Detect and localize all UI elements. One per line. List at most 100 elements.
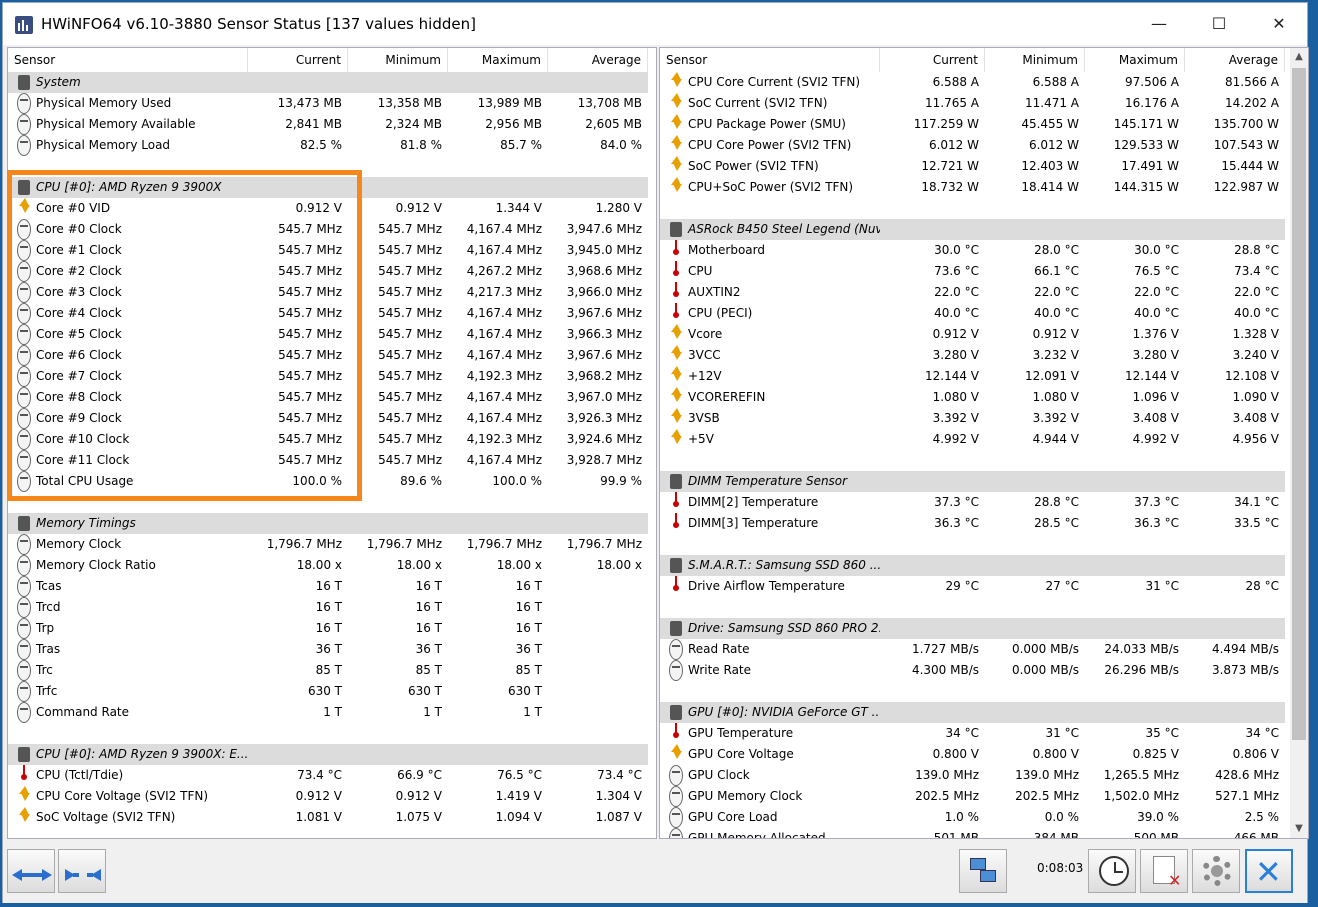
sensor-row[interactable]: Core #0 VID 0.912 V 0.912 V 1.344 V 1.280 V (8, 198, 656, 219)
sensor-row[interactable]: 3VCC 3.280 V 3.232 V 3.280 V 3.240 V (660, 345, 1308, 366)
chip-icon (18, 180, 30, 195)
sensor-row[interactable]: SoC Power (SVI2 TFN) 12.721 W 12.403 W 17.4… (660, 156, 1308, 177)
sensor-row[interactable]: Core #0 Clock 545.7 MHz 545.7 MHz 4,167.4 M… (8, 219, 656, 240)
right-sensor-pane[interactable]: Sensor Current Minimum Maximum Average C… (659, 47, 1309, 839)
sensor-row[interactable]: Tcas 16 T 16 T 16 T (8, 576, 656, 597)
sensor-group-header[interactable]: S.M.A.R.T.: Samsung SSD 860 ... (660, 555, 1308, 576)
col-maximum[interactable]: Maximum (1085, 48, 1185, 72)
sensor-group-header[interactable]: ASRock B450 Steel Legend (Nuv... (660, 219, 1308, 240)
sensor-row[interactable]: Physical Memory Load 82.5 % 81.8 % 85.7 % 84… (8, 135, 656, 156)
col-minimum[interactable]: Minimum (985, 48, 1085, 72)
sensor-row[interactable]: Physical Memory Available 2,841 MB 2,324 M… (8, 114, 656, 135)
sensor-row[interactable]: GPU Core Voltage 0.800 V 0.800 V 0.825 V 0.8… (660, 744, 1308, 765)
sensor-row[interactable]: Vcore 0.912 V 0.912 V 1.376 V 1.328 V (660, 324, 1308, 345)
sensor-row[interactable]: SoC Voltage (SVI2 TFN) 1.081 V 1.075 V 1.09… (8, 807, 656, 828)
sensor-row[interactable]: Core #4 Clock 545.7 MHz 545.7 MHz 4,167.4 M… (8, 303, 656, 324)
sensor-row[interactable]: Memory Clock 1,796.7 MHz 1,796.7 MHz 1,796.… (8, 534, 656, 555)
maximize-icon[interactable]: ☐ (1189, 3, 1249, 45)
scroll-thumb[interactable] (1292, 68, 1306, 740)
sensor-row[interactable]: Core #1 Clock 545.7 MHz 545.7 MHz 4,167.4 M… (8, 240, 656, 261)
value-minimum: 18.00 x (396, 558, 442, 572)
sensor-group-header[interactable]: System (8, 72, 656, 93)
sensor-row[interactable]: Write Rate 4.300 MB/s 0.000 MB/s 26.296 MB/… (660, 660, 1308, 681)
col-sensor[interactable]: Sensor (8, 48, 248, 72)
sensor-group-header[interactable]: CPU [#0]: AMD Ryzen 9 3900X: E... (8, 744, 656, 765)
sensor-row[interactable]: Physical Memory Used 13,473 MB 13,358 MB 13… (8, 93, 656, 114)
sensor-row[interactable]: Drive Airflow Temperature 29 °C 27 °C 31 °C… (660, 576, 1308, 597)
value-maximum: 1,265.5 MHz (1103, 768, 1179, 782)
sensor-row[interactable]: CPU 73.6 °C 66.1 °C 76.5 °C 73.4 °C (660, 261, 1308, 282)
sensor-name: 3VCC (688, 348, 721, 362)
title-bar[interactable]: HWiNFO64 v6.10-3880 Sensor Status [137 v… (3, 3, 1307, 45)
sensor-row[interactable]: Core #7 Clock 545.7 MHz 545.7 MHz 4,192.3 M… (8, 366, 656, 387)
reset-document-icon[interactable] (1140, 849, 1188, 893)
sensor-row[interactable]: +12V 12.144 V 12.091 V 12.144 V 12.108 V (660, 366, 1308, 387)
sensor-row[interactable]: CPU+SoC Power (SVI2 TFN) 18.732 W 18.414 W… (660, 177, 1308, 198)
col-average[interactable]: Average (548, 48, 648, 72)
left-sensor-pane[interactable]: Sensor Current Minimum Maximum Average S… (7, 47, 657, 839)
value-average (548, 618, 648, 639)
sensor-row[interactable]: DIMM[2] Temperature 37.3 °C 28.8 °C 37.3 °C… (660, 492, 1308, 513)
col-maximum[interactable]: Maximum (448, 48, 548, 72)
sensor-group-header[interactable]: Drive: Samsung SSD 860 PRO 2... (660, 618, 1308, 639)
sensor-row[interactable]: Core #9 Clock 545.7 MHz 545.7 MHz 4,167.4 M… (8, 408, 656, 429)
sensor-row[interactable]: DIMM[3] Temperature 36.3 °C 28.5 °C 36.3 °C… (660, 513, 1308, 534)
sensor-row[interactable]: Total CPU Usage 100.0 % 89.6 % 100.0 % 99.9 … (8, 471, 656, 492)
minimize-icon[interactable]: — (1129, 3, 1189, 45)
sensor-row[interactable]: CPU Package Power (SMU) 117.259 W 45.455 W… (660, 114, 1308, 135)
col-current[interactable]: Current (880, 48, 985, 72)
sensor-row[interactable]: Trc 85 T 85 T 85 T (8, 660, 656, 681)
sensor-row[interactable]: Trfc 630 T 630 T 630 T (8, 681, 656, 702)
col-sensor[interactable]: Sensor (660, 48, 880, 72)
sensor-row[interactable]: Core #10 Clock 545.7 MHz 545.7 MHz 4,192.3 … (8, 429, 656, 450)
sensor-group-header[interactable]: Memory Timings (8, 513, 656, 534)
value-minimum: 545.7 MHz (378, 243, 442, 257)
sensor-row[interactable]: +5V 4.992 V 4.944 V 4.992 V 4.956 V (660, 429, 1308, 450)
sensor-row[interactable]: CPU (PECI) 40.0 °C 40.0 °C 40.0 °C 40.0 °C (660, 303, 1308, 324)
vertical-scrollbar[interactable]: ▲ ▼ (1290, 48, 1308, 838)
value-average: 3,924.6 MHz (566, 432, 642, 446)
scroll-up-icon[interactable]: ▲ (1290, 48, 1308, 66)
sensor-row[interactable]: Core #3 Clock 545.7 MHz 545.7 MHz 4,217.3 M… (8, 282, 656, 303)
sensor-row[interactable]: CPU Core Power (SVI2 TFN) 6.012 W 6.012 W 1… (660, 135, 1308, 156)
sensor-row[interactable]: Core #2 Clock 545.7 MHz 545.7 MHz 4,267.2 M… (8, 261, 656, 282)
sensor-row[interactable]: Trcd 16 T 16 T 16 T (8, 597, 656, 618)
clock-icon[interactable] (1088, 849, 1136, 893)
sensor-row[interactable]: CPU Core Current (SVI2 TFN) 6.588 A 6.588 … (660, 72, 1308, 93)
sensor-row[interactable]: Motherboard 30.0 °C 28.0 °C 30.0 °C 28.8 °C (660, 240, 1308, 261)
sensor-row[interactable]: VCOREREFIN 1.080 V 1.080 V 1.096 V 1.090 V (660, 387, 1308, 408)
sensor-row[interactable]: GPU Memory Clock 202.5 MHz 202.5 MHz 1,502.… (660, 786, 1308, 807)
sensor-group-header[interactable]: CPU [#0]: AMD Ryzen 9 3900X (8, 177, 656, 198)
sensor-row[interactable]: GPU Temperature 34 °C 31 °C 35 °C 34 °C (660, 723, 1308, 744)
sensor-row[interactable]: CPU (Tctl/Tdie) 73.4 °C 66.9 °C 76.5 °C 73.4… (8, 765, 656, 786)
sensor-row[interactable]: Core #11 Clock 545.7 MHz 545.7 MHz 4,167.4 … (8, 450, 656, 471)
collapse-arrows-icon[interactable] (58, 849, 106, 893)
col-current[interactable]: Current (248, 48, 348, 72)
close-icon[interactable]: ✕ (1249, 3, 1309, 45)
sensor-row[interactable]: Core #8 Clock 545.7 MHz 545.7 MHz 4,167.4 M… (8, 387, 656, 408)
sensor-row[interactable]: Core #6 Clock 545.7 MHz 545.7 MHz 4,167.4 M… (8, 345, 656, 366)
network-icon[interactable] (959, 849, 1007, 893)
sensor-row[interactable]: SoC Current (SVI2 TFN) 11.765 A 11.471 A 16… (660, 93, 1308, 114)
sensor-row[interactable]: CPU Core Voltage (SVI2 TFN) 0.912 V 0.912 … (8, 786, 656, 807)
gear-icon[interactable] (1192, 849, 1240, 893)
sensor-row[interactable]: Read Rate 1.727 MB/s 0.000 MB/s 24.033 MB/s… (660, 639, 1308, 660)
sensor-row[interactable]: Command Rate 1 T 1 T 1 T (8, 702, 656, 723)
scroll-down-icon[interactable]: ▼ (1290, 820, 1308, 838)
sensor-row[interactable]: Trp 16 T 16 T 16 T (8, 618, 656, 639)
sensor-row[interactable]: Core #5 Clock 545.7 MHz 545.7 MHz 4,167.4 M… (8, 324, 656, 345)
expand-arrows-icon[interactable] (7, 849, 55, 893)
value-maximum: 4,167.4 MHz (466, 411, 542, 425)
sensor-row[interactable]: Tras 36 T 36 T 36 T (8, 639, 656, 660)
col-average[interactable]: Average (1185, 48, 1285, 72)
col-minimum[interactable]: Minimum (348, 48, 448, 72)
sensor-row[interactable]: AUXTIN2 22.0 °C 22.0 °C 22.0 °C 22.0 °C (660, 282, 1308, 303)
sensor-row[interactable]: 3VSB 3.392 V 3.392 V 3.408 V 3.408 V (660, 408, 1308, 429)
sensor-row[interactable]: Memory Clock Ratio 18.00 x 18.00 x 18.00 x 1… (8, 555, 656, 576)
sensor-group-header[interactable]: DIMM Temperature Sensor (660, 471, 1308, 492)
sensor-row[interactable]: GPU Core Load 1.0 % 0.0 % 39.0 % 2.5 % (660, 807, 1308, 828)
sensor-row[interactable]: GPU Memory Allocated 501 MB 384 MB 500 MB 46… (660, 828, 1308, 838)
sensor-row[interactable]: GPU Clock 139.0 MHz 139.0 MHz 1,265.5 MHz 42… (660, 765, 1308, 786)
close-icon[interactable]: ✕ (1245, 849, 1293, 893)
sensor-group-header[interactable]: GPU [#0]: NVIDIA GeForce GT ... (660, 702, 1308, 723)
